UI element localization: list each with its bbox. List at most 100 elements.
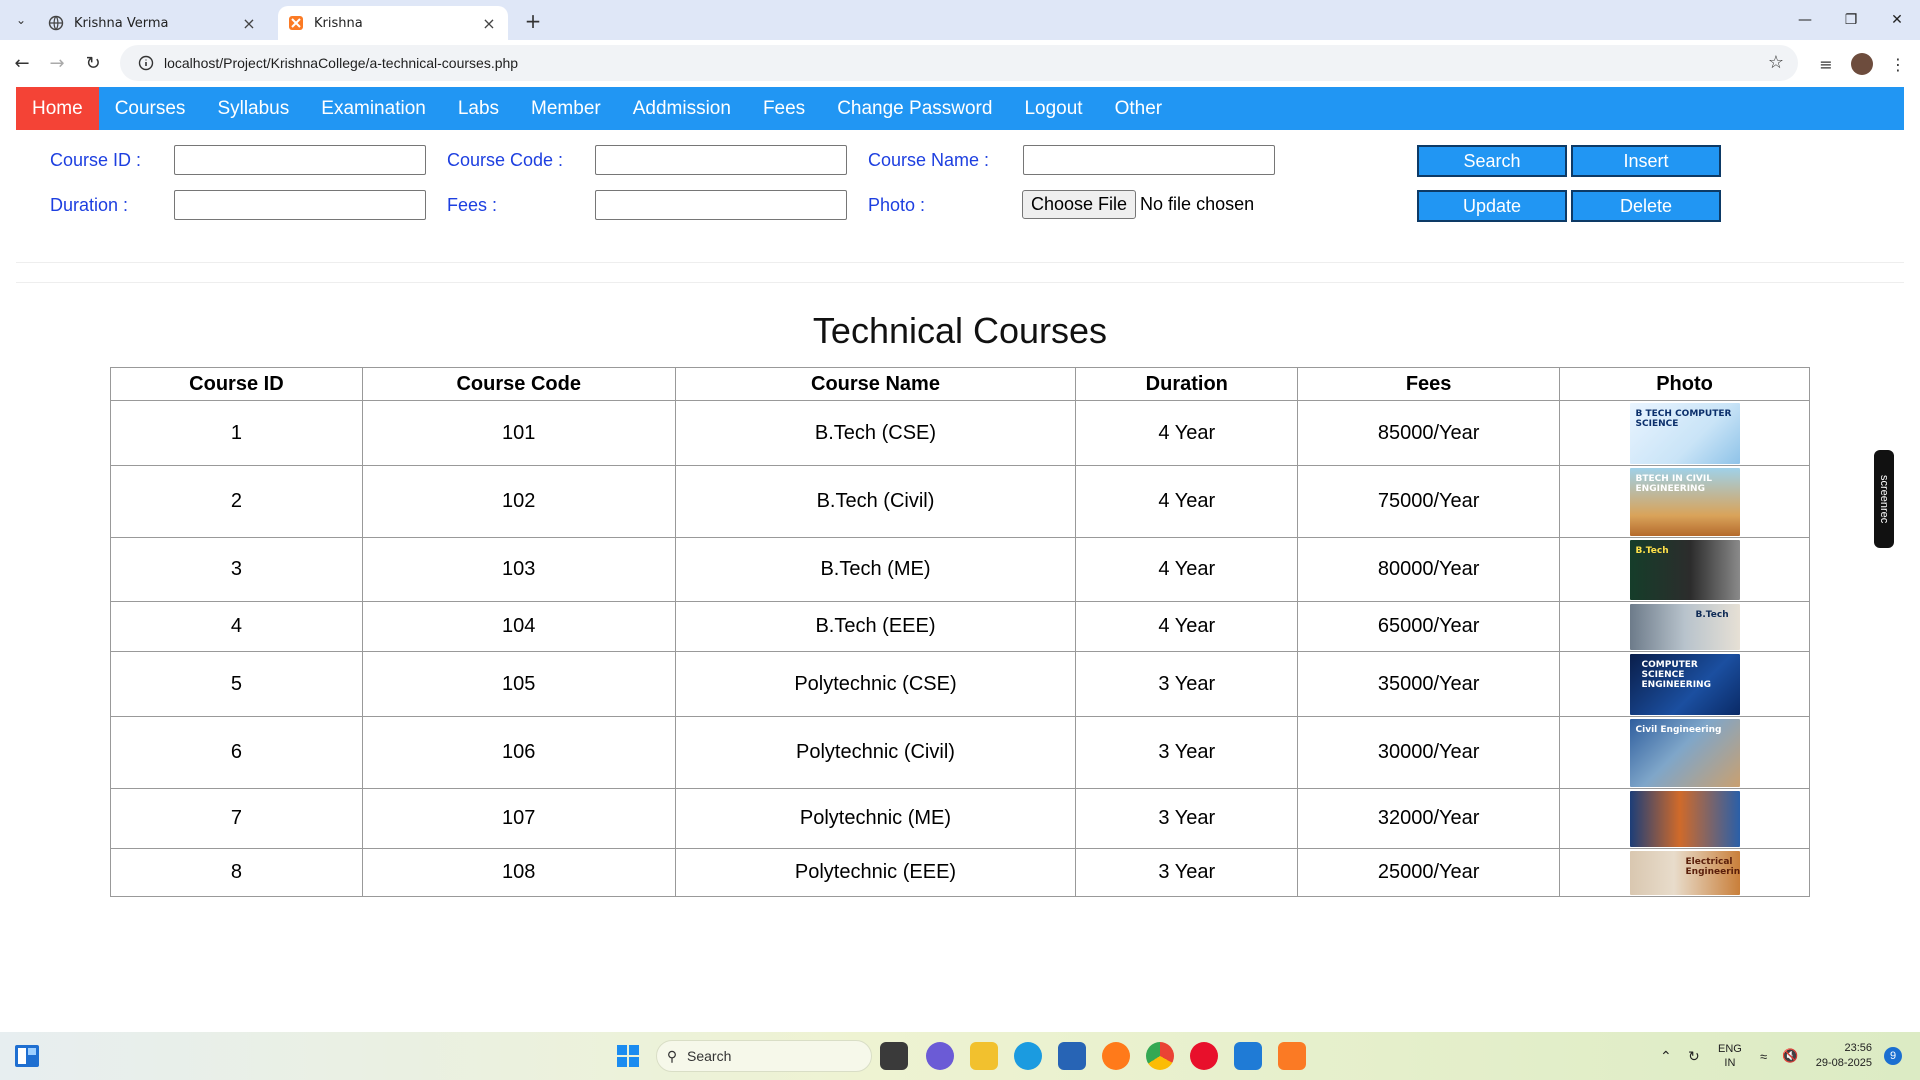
table-row[interactable]: 4 104 B.Tech (EEE) 4 Year 65000/Year B.T… <box>110 601 1810 652</box>
course-photo-thumbnail: Civil Engineering <box>1629 718 1740 787</box>
nav-member[interactable]: Member <box>515 87 617 130</box>
tab-krishna[interactable]: Krishna × <box>278 6 508 40</box>
cell-duration: 4 Year <box>1075 537 1299 602</box>
teams-chat-icon[interactable] <box>926 1042 954 1070</box>
vscode-icon[interactable] <box>1234 1042 1262 1070</box>
nav-fees[interactable]: Fees <box>747 87 821 130</box>
file-explorer-icon[interactable] <box>970 1042 998 1070</box>
no-file-text: No file chosen <box>1140 194 1255 214</box>
opera-icon[interactable] <box>1190 1042 1218 1070</box>
table-row[interactable]: 5 105 Polytechnic (CSE) 3 Year 35000/Yea… <box>110 651 1810 717</box>
nav-labs[interactable]: Labs <box>442 87 515 130</box>
edge-icon[interactable] <box>1014 1042 1042 1070</box>
table-row[interactable]: 7 107 Polytechnic (ME) 3 Year 32000/Year <box>110 788 1810 849</box>
browser-menu-icon[interactable]: ⋮ <box>1886 52 1910 76</box>
tab-title: Krishna <box>314 15 363 31</box>
back-button[interactable]: ← <box>9 50 35 76</box>
choose-file-button[interactable]: Choose File <box>1022 190 1137 219</box>
tray-chevron-icon[interactable]: ⌃ <box>1660 1032 1672 1080</box>
sync-icon[interactable]: ↻ <box>1688 1032 1700 1080</box>
language-indicator[interactable]: ENG IN <box>1718 1032 1742 1080</box>
store-icon[interactable] <box>1058 1042 1086 1070</box>
wifi-icon[interactable]: ≈ <box>1760 1032 1767 1080</box>
cell-photo: Electrical Engineering <box>1559 848 1810 897</box>
course-id-field[interactable] <box>174 145 426 175</box>
minimize-button[interactable]: — <box>1782 0 1828 40</box>
close-icon[interactable]: × <box>480 14 498 33</box>
course-photo-thumbnail: B.Tech <box>1629 603 1740 650</box>
search-placeholder: Search <box>687 1048 732 1064</box>
forward-button[interactable]: → <box>44 50 70 76</box>
lang-top: ENG <box>1718 1043 1742 1055</box>
close-icon[interactable]: × <box>240 14 258 33</box>
cell-fees: 80000/Year <box>1297 537 1561 602</box>
screenrec-widget[interactable]: screenrec <box>1874 450 1894 548</box>
task-view-icon[interactable] <box>880 1042 908 1070</box>
course-code-field[interactable] <box>595 145 847 175</box>
photo-caption: Electrical Engineering <box>1685 856 1740 877</box>
profile-avatar[interactable] <box>1850 52 1874 76</box>
nav-addmission[interactable]: Addmission <box>617 87 747 130</box>
cell-course-id: 1 <box>110 400 363 466</box>
cell-course-name: Polytechnic (ME) <box>674 788 1077 849</box>
volume-muted-icon[interactable]: 🔇 <box>1782 1032 1798 1080</box>
update-button[interactable]: Update <box>1417 190 1567 222</box>
cell-course-code: 106 <box>361 716 676 789</box>
cell-duration: 3 Year <box>1075 788 1299 849</box>
col-header-course-name: Course Name <box>674 367 1077 401</box>
cell-fees: 32000/Year <box>1297 788 1561 849</box>
nav-other[interactable]: Other <box>1099 87 1179 130</box>
chrome-icon[interactable] <box>1146 1042 1174 1070</box>
table-row[interactable]: 1 101 B.Tech (CSE) 4 Year 85000/Year B T… <box>110 400 1810 466</box>
course-name-field[interactable] <box>1023 145 1275 175</box>
cell-course-name: B.Tech (Civil) <box>674 465 1077 538</box>
cell-fees: 65000/Year <box>1297 601 1561 652</box>
nav-courses[interactable]: Courses <box>99 87 202 130</box>
nav-home[interactable]: Home <box>16 87 99 130</box>
site-info-icon[interactable] <box>128 55 164 71</box>
arrow-left-icon: ← <box>14 52 30 74</box>
search-button[interactable]: Search <box>1417 145 1567 177</box>
nav-syllabus[interactable]: Syllabus <box>201 87 305 130</box>
reload-button[interactable]: ↻ <box>80 50 106 76</box>
restore-button[interactable]: ❐ <box>1828 0 1874 40</box>
tab-search-dropdown[interactable]: ⌄ <box>10 9 32 31</box>
widgets-icon[interactable] <box>14 1044 40 1068</box>
insert-button[interactable]: Insert <box>1571 145 1721 177</box>
avatar <box>1851 53 1873 75</box>
delete-button[interactable]: Delete <box>1571 190 1721 222</box>
cell-duration: 3 Year <box>1075 651 1299 717</box>
window-close-button[interactable]: ✕ <box>1874 0 1920 40</box>
clock[interactable]: 23:56 29-08-2025 <box>1812 1032 1872 1080</box>
cell-duration: 3 Year <box>1075 848 1299 897</box>
table-row[interactable]: 6 106 Polytechnic (Civil) 3 Year 30000/Y… <box>110 716 1810 789</box>
table-row[interactable]: 3 103 B.Tech (ME) 4 Year 80000/Year B.Te… <box>110 537 1810 602</box>
lang-bottom: IN <box>1724 1057 1736 1069</box>
col-header-fees: Fees <box>1297 367 1561 401</box>
new-tab-button[interactable]: + <box>520 8 546 34</box>
photo-caption: B.Tech <box>1695 609 1729 620</box>
firefox-icon[interactable] <box>1102 1042 1130 1070</box>
bookmark-star-icon[interactable]: ☆ <box>1768 52 1784 73</box>
nav-examination[interactable]: Examination <box>305 87 442 130</box>
xampp-icon[interactable] <box>1278 1042 1306 1070</box>
url-text: localhost/Project/KrishnaCollege/a-techn… <box>164 55 519 71</box>
fees-field[interactable] <box>595 190 847 220</box>
nav-logout[interactable]: Logout <box>1008 87 1098 130</box>
media-controls-icon[interactable]: ≡ <box>1814 52 1838 76</box>
reload-icon: ↻ <box>85 52 101 74</box>
photo-caption: Civil Engineering <box>1635 724 1722 735</box>
windows-start-icon[interactable] <box>616 1044 640 1068</box>
taskbar-search[interactable]: ⚲ Search <box>656 1040 872 1072</box>
tab-krishna-verma[interactable]: Krishna Verma × <box>38 6 268 40</box>
notification-badge[interactable]: 9 <box>1884 1032 1902 1080</box>
nav-change-password[interactable]: Change Password <box>821 87 1008 130</box>
table-row[interactable]: 8 108 Polytechnic (EEE) 3 Year 25000/Yea… <box>110 848 1810 897</box>
table-row[interactable]: 2 102 B.Tech (Civil) 4 Year 75000/Year B… <box>110 465 1810 538</box>
cell-course-id: 2 <box>110 465 363 538</box>
duration-field[interactable] <box>174 190 426 220</box>
address-bar[interactable]: localhost/Project/KrishnaCollege/a-techn… <box>120 45 1798 81</box>
course-photo-thumbnail: B TECH COMPUTER SCIENCE <box>1629 402 1740 464</box>
globe-icon <box>48 15 64 31</box>
main-nav: Home Courses Syllabus Examination Labs M… <box>16 87 1904 130</box>
